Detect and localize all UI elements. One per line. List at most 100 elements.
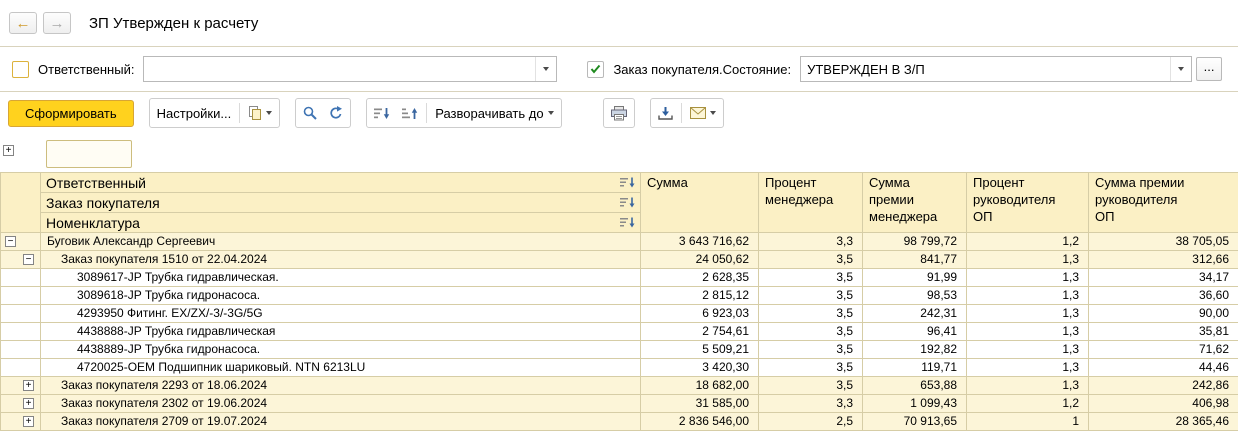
order-state-dropdown-button[interactable]	[1170, 57, 1191, 81]
row-value: 6 923,03	[641, 305, 759, 323]
report-header: Ответственный Сумма Процент менеджера Су…	[1, 173, 1238, 233]
responsible-checkbox[interactable]	[12, 61, 29, 78]
print-icon	[611, 106, 627, 121]
row-label: Буговик Александр Сергеевич	[41, 233, 641, 251]
row-label: 4438889-JP Трубка гидронасоса.	[41, 341, 641, 359]
expand-toggle-icon[interactable]: +	[23, 380, 34, 391]
row-value: 2 628,35	[641, 269, 759, 287]
row-value: 5 509,21	[641, 341, 759, 359]
forward-button[interactable]: →	[43, 12, 71, 34]
table-row[interactable]: +Заказ покупателя 2293 от 18.06.202418 6…	[1, 377, 1238, 395]
row-value: 242,31	[863, 305, 967, 323]
chevron-down-icon	[1178, 67, 1184, 71]
responsible-dropdown-button[interactable]	[535, 57, 556, 81]
sort-ascending-button[interactable]	[396, 101, 424, 125]
sort-icon[interactable]	[620, 177, 635, 188]
table-row[interactable]: 4293950 Фитинг. EX/ZX/-3/-3G/5G6 923,033…	[1, 305, 1238, 323]
row-value: 35,81	[1089, 323, 1238, 341]
tree-gutter-cell	[1, 305, 41, 323]
row-label: 4720025-OEM Подшипник шариковый. NTN 621…	[41, 359, 641, 377]
row-value: 36,60	[1089, 287, 1238, 305]
row-value: 96,41	[863, 323, 967, 341]
export-group	[650, 98, 724, 128]
table-row[interactable]: 4720025-OEM Подшипник шариковый. NTN 621…	[1, 359, 1238, 377]
row-value: 1 099,43	[863, 395, 967, 413]
row-value: 3,5	[759, 341, 863, 359]
expand-group: Разворачивать до	[366, 98, 561, 128]
expand-to-button[interactable]: Разворачивать до	[429, 101, 559, 125]
forward-arrow-icon: →	[50, 15, 65, 32]
search-button[interactable]	[297, 101, 323, 125]
row-value: 2 815,12	[641, 287, 759, 305]
header-head-percent[interactable]: Процент руководителя ОП	[967, 173, 1089, 233]
row-value: 242,86	[1089, 377, 1238, 395]
collapse-toggle-icon[interactable]: −	[23, 254, 34, 265]
table-row[interactable]: +Заказ покупателя 2709 от 19.07.20242 83…	[1, 413, 1238, 431]
row-value: 312,66	[1089, 251, 1238, 269]
row-value: 2 754,61	[641, 323, 759, 341]
back-button[interactable]: ←	[9, 12, 37, 34]
chevron-down-icon	[543, 67, 549, 71]
header-summa[interactable]: Сумма	[641, 173, 759, 233]
header-order[interactable]: Заказ покупателя	[41, 193, 641, 213]
order-state-checkbox[interactable]	[587, 61, 604, 78]
row-value: 3,5	[759, 359, 863, 377]
header-head-bonus[interactable]: Сумма премии руководителя ОП	[1089, 173, 1238, 233]
row-label: Заказ покупателя 2293 от 18.06.2024	[41, 377, 641, 395]
expand-all-toggle[interactable]: +	[3, 145, 14, 156]
row-value: 1,2	[967, 233, 1089, 251]
chevron-down-icon	[266, 111, 272, 115]
print-button[interactable]	[605, 101, 633, 125]
report-toolbar: Сформировать Настройки...	[0, 92, 1238, 134]
order-state-label: Заказ покупателя.Состояние:	[613, 62, 791, 77]
settings-group: Настройки...	[149, 98, 281, 128]
tree-gutter-cell: −	[1, 251, 41, 269]
checkmark-icon	[590, 64, 601, 74]
send-mail-button[interactable]	[684, 101, 722, 125]
row-value: 2,5	[759, 413, 863, 431]
row-value: 1,3	[967, 377, 1089, 395]
header-nomenclature[interactable]: Номенклатура	[41, 213, 641, 233]
table-row[interactable]: 4438888-JP Трубка гидравлическая2 754,61…	[1, 323, 1238, 341]
row-label: Заказ покупателя 2709 от 19.07.2024	[41, 413, 641, 431]
row-value: 841,77	[863, 251, 967, 269]
settings-button[interactable]: Настройки...	[151, 101, 238, 125]
table-row[interactable]: 3089617-JP Трубка гидравлическая.2 628,3…	[1, 269, 1238, 287]
table-row[interactable]: 3089618-JP Трубка гидронасоса.2 815,123,…	[1, 287, 1238, 305]
sort-descending-icon	[374, 107, 390, 120]
row-label: 4293950 Фитинг. EX/ZX/-3/-3G/5G	[41, 305, 641, 323]
divider	[426, 103, 427, 123]
order-state-input[interactable]	[801, 57, 1170, 81]
save-button[interactable]	[652, 101, 679, 125]
expand-toggle-icon[interactable]: +	[23, 398, 34, 409]
row-value: 3,5	[759, 323, 863, 341]
tree-gutter-cell	[1, 269, 41, 287]
header-manager-percent[interactable]: Процент менеджера	[759, 173, 863, 233]
refresh-button[interactable]	[323, 101, 349, 125]
generate-button[interactable]: Сформировать	[8, 100, 134, 127]
row-value: 98,53	[863, 287, 967, 305]
sort-descending-button[interactable]	[368, 101, 396, 125]
row-value: 406,98	[1089, 395, 1238, 413]
row-label: 4438888-JP Трубка гидравлическая	[41, 323, 641, 341]
sort-icon[interactable]	[620, 197, 635, 208]
sort-icon[interactable]	[620, 217, 635, 228]
expand-toggle-icon[interactable]: +	[23, 416, 34, 427]
table-row[interactable]: −Заказ покупателя 1510 от 22.04.202424 0…	[1, 251, 1238, 269]
header-label: Номенклатура	[46, 215, 140, 231]
order-state-more-button[interactable]: ...	[1196, 57, 1222, 81]
row-value: 1,3	[967, 251, 1089, 269]
table-row[interactable]: +Заказ покупателя 2302 от 19.06.202431 5…	[1, 395, 1238, 413]
row-value: 192,82	[863, 341, 967, 359]
responsible-input[interactable]	[144, 57, 535, 81]
table-row[interactable]: −Буговик Александр Сергеевич3 643 716,62…	[1, 233, 1238, 251]
row-value: 98 799,72	[863, 233, 967, 251]
header-corner-cell	[1, 173, 41, 233]
header-responsible[interactable]: Ответственный	[41, 173, 641, 193]
table-row[interactable]: 4438889-JP Трубка гидронасоса.5 509,213,…	[1, 341, 1238, 359]
search-group	[295, 98, 351, 128]
settings-variants-button[interactable]	[242, 101, 278, 125]
row-value: 1,3	[967, 323, 1089, 341]
header-manager-bonus[interactable]: Сумма премии менеджера	[863, 173, 967, 233]
collapse-toggle-icon[interactable]: −	[5, 236, 16, 247]
